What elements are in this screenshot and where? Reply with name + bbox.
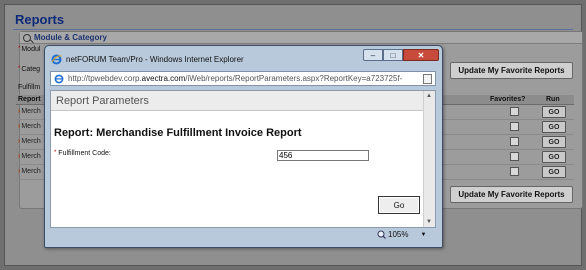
grid-header-run: Run bbox=[546, 96, 560, 103]
favorite-checkbox[interactable] bbox=[510, 167, 519, 176]
report-title: Report: Merchandise Fulfillment Invoice … bbox=[54, 127, 302, 139]
report-name[interactable]: Merch bbox=[18, 108, 40, 115]
report-name[interactable]: Merch bbox=[18, 138, 40, 145]
maximize-button[interactable]: □ bbox=[383, 49, 403, 61]
favorite-checkbox[interactable] bbox=[510, 137, 519, 146]
report-parameters-content: Report Parameters Report: Merchandise Fu… bbox=[50, 90, 436, 228]
zoom-level: 105% bbox=[388, 230, 409, 239]
zoom-control[interactable]: 105% ▼ bbox=[377, 230, 426, 239]
page-title: Reports bbox=[15, 12, 65, 27]
report-name[interactable]: Merch bbox=[18, 123, 40, 130]
ie-logo-icon bbox=[51, 54, 62, 65]
fulfillment-code-label: * Fulfillment Code: bbox=[54, 150, 111, 157]
address-bar[interactable]: http://tpwebdev.corp.avectra.com/iWeb/re… bbox=[50, 71, 436, 86]
panel-header-label: Module & Category bbox=[34, 33, 107, 42]
vertical-scrollbar[interactable]: ▲ ▼ bbox=[423, 91, 435, 227]
report-name[interactable]: Merch bbox=[18, 168, 40, 175]
window-titlebar[interactable]: netFORUM Team/Pro - Windows Internet Exp… bbox=[45, 46, 442, 70]
update-favorites-button-top[interactable]: Update My Favorite Reports bbox=[450, 62, 573, 79]
page-icon bbox=[423, 74, 432, 84]
zoom-dropdown-icon[interactable]: ▼ bbox=[420, 232, 426, 238]
category-label: *Categ bbox=[18, 66, 41, 73]
address-text[interactable]: http://tpwebdev.corp.avectra.com/iWeb/re… bbox=[68, 74, 416, 83]
go-button[interactable]: Go bbox=[378, 196, 420, 214]
magnifier-icon[interactable] bbox=[23, 33, 31, 42]
favorite-checkbox[interactable] bbox=[510, 122, 519, 131]
panel-header: Module & Category bbox=[20, 32, 582, 44]
close-button[interactable]: ✕ bbox=[403, 49, 439, 61]
grid-header-report: Report bbox=[18, 96, 41, 103]
run-go-button[interactable]: GO bbox=[542, 136, 566, 148]
scroll-down-arrow-icon[interactable]: ▼ bbox=[426, 219, 432, 225]
favorite-checkbox[interactable] bbox=[510, 152, 519, 161]
content-header-title: Report Parameters bbox=[56, 95, 149, 107]
content-header: Report Parameters bbox=[51, 91, 424, 111]
title-divider bbox=[13, 29, 573, 30]
scroll-up-arrow-icon[interactable]: ▲ bbox=[426, 93, 432, 99]
fulfillment-label: Fulfillm bbox=[18, 84, 41, 91]
window-title: netFORUM Team/Pro - Windows Internet Exp… bbox=[66, 55, 244, 64]
update-favorites-button-bottom[interactable]: Update My Favorite Reports bbox=[450, 186, 573, 203]
fulfillment-code-input[interactable] bbox=[277, 150, 369, 161]
ie-popup-window: netFORUM Team/Pro - Windows Internet Exp… bbox=[44, 45, 443, 248]
run-go-button[interactable]: GO bbox=[542, 121, 566, 133]
report-name[interactable]: Merch bbox=[18, 153, 40, 160]
status-bar: 105% ▼ bbox=[50, 228, 436, 242]
favorite-checkbox[interactable] bbox=[510, 107, 519, 116]
zoom-icon bbox=[377, 230, 386, 239]
run-go-button[interactable]: GO bbox=[542, 151, 566, 163]
module-label: *Modul bbox=[18, 46, 41, 53]
minimize-button[interactable]: – bbox=[363, 49, 383, 61]
grid-header-favorites: Favorites? bbox=[490, 96, 526, 103]
run-go-button[interactable]: GO bbox=[542, 106, 566, 118]
run-go-button[interactable]: GO bbox=[542, 166, 566, 178]
ie-page-icon bbox=[54, 74, 64, 84]
